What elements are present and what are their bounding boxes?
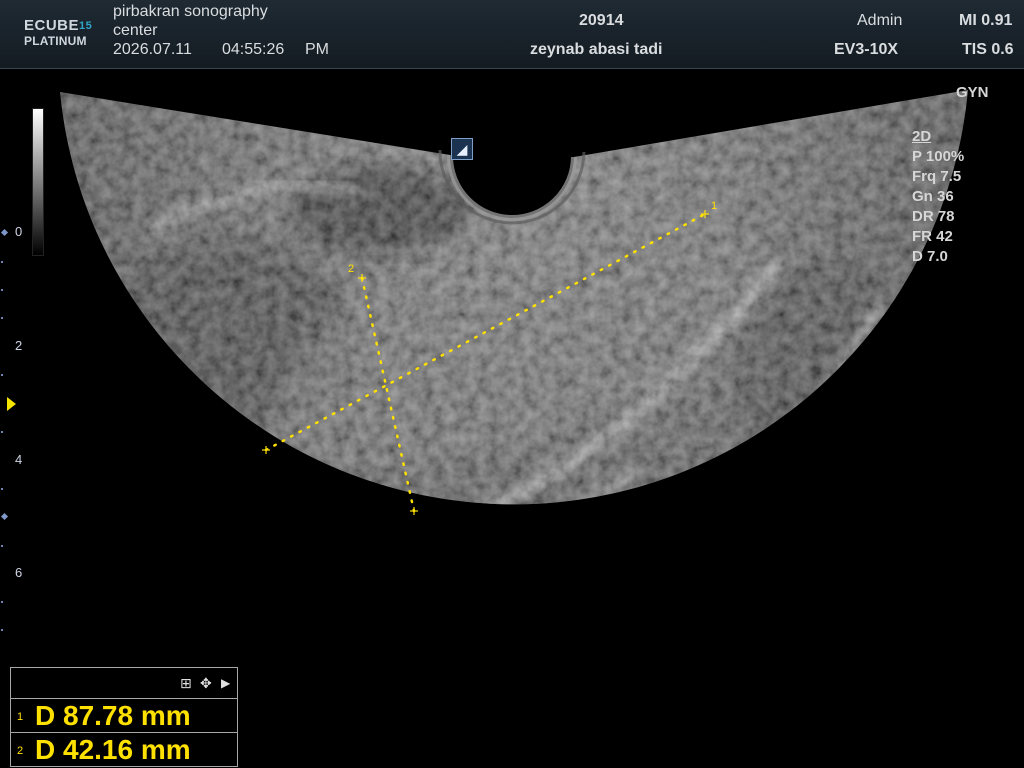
play-next-icon[interactable]: ▶ <box>221 676 230 690</box>
measurement-index: 1 <box>17 711 24 723</box>
frequency-value: Frq 7.5 <box>912 168 962 185</box>
depth-tick <box>1 431 3 433</box>
power-value: P 100% <box>912 148 965 165</box>
depth-label-0: 0 <box>15 224 23 239</box>
depth-label-4: 4 <box>15 452 23 467</box>
measurement-index: 2 <box>17 745 24 757</box>
caliper-point-1a[interactable] <box>262 446 270 454</box>
depth-tick <box>1 289 3 291</box>
depth-tick <box>1 374 3 376</box>
measurement-value: D 42.16 mm <box>35 734 191 765</box>
preset-label: GYN <box>956 84 989 101</box>
measurement-row[interactable]: 1 D 87.78 mm <box>11 699 237 733</box>
probe-orientation-icon: ◢ <box>451 138 473 160</box>
depth-value: D 7.0 <box>912 248 948 265</box>
caliper-label-1: 1 <box>711 200 717 212</box>
measurement-value: D 87.78 mm <box>35 700 191 731</box>
measurement-toolbar: ⊞ ✥ ▶ <box>11 668 237 699</box>
grid-icon[interactable]: ⊞ <box>180 675 192 692</box>
grayscale-bar <box>32 108 44 256</box>
depth-tick <box>1 601 3 603</box>
focus-marker-icon[interactable] <box>7 397 16 411</box>
frame-rate-value: FR 42 <box>912 228 953 245</box>
dynamic-range-value: DR 78 <box>912 208 955 225</box>
depth-label-2: 2 <box>15 338 23 353</box>
depth-tick <box>1 545 3 547</box>
measurement-panel: ⊞ ✥ ▶ 1 D 87.78 mm 2 D 42.16 mm <box>10 667 238 767</box>
move-icon[interactable]: ✥ <box>200 675 212 692</box>
measurement-row[interactable]: 2 D 42.16 mm <box>11 733 237 766</box>
depth-label-6: 6 <box>15 565 23 580</box>
depth-tick <box>1 488 3 490</box>
depth-tick <box>1 629 3 631</box>
depth-tick <box>1 317 3 319</box>
depth-tick <box>1 261 3 263</box>
imaging-parameters: 2D P 100% Frq 7.5 Gn 36 DR 78 FR 42 D 7.… <box>912 127 964 267</box>
caliper-point-2b[interactable] <box>410 507 418 515</box>
gain-value: Gn 36 <box>912 188 954 205</box>
caliper-label-2: 2 <box>348 263 354 275</box>
mode-label: 2D <box>912 128 932 145</box>
ultrasound-image: 1 2 <box>60 90 968 515</box>
